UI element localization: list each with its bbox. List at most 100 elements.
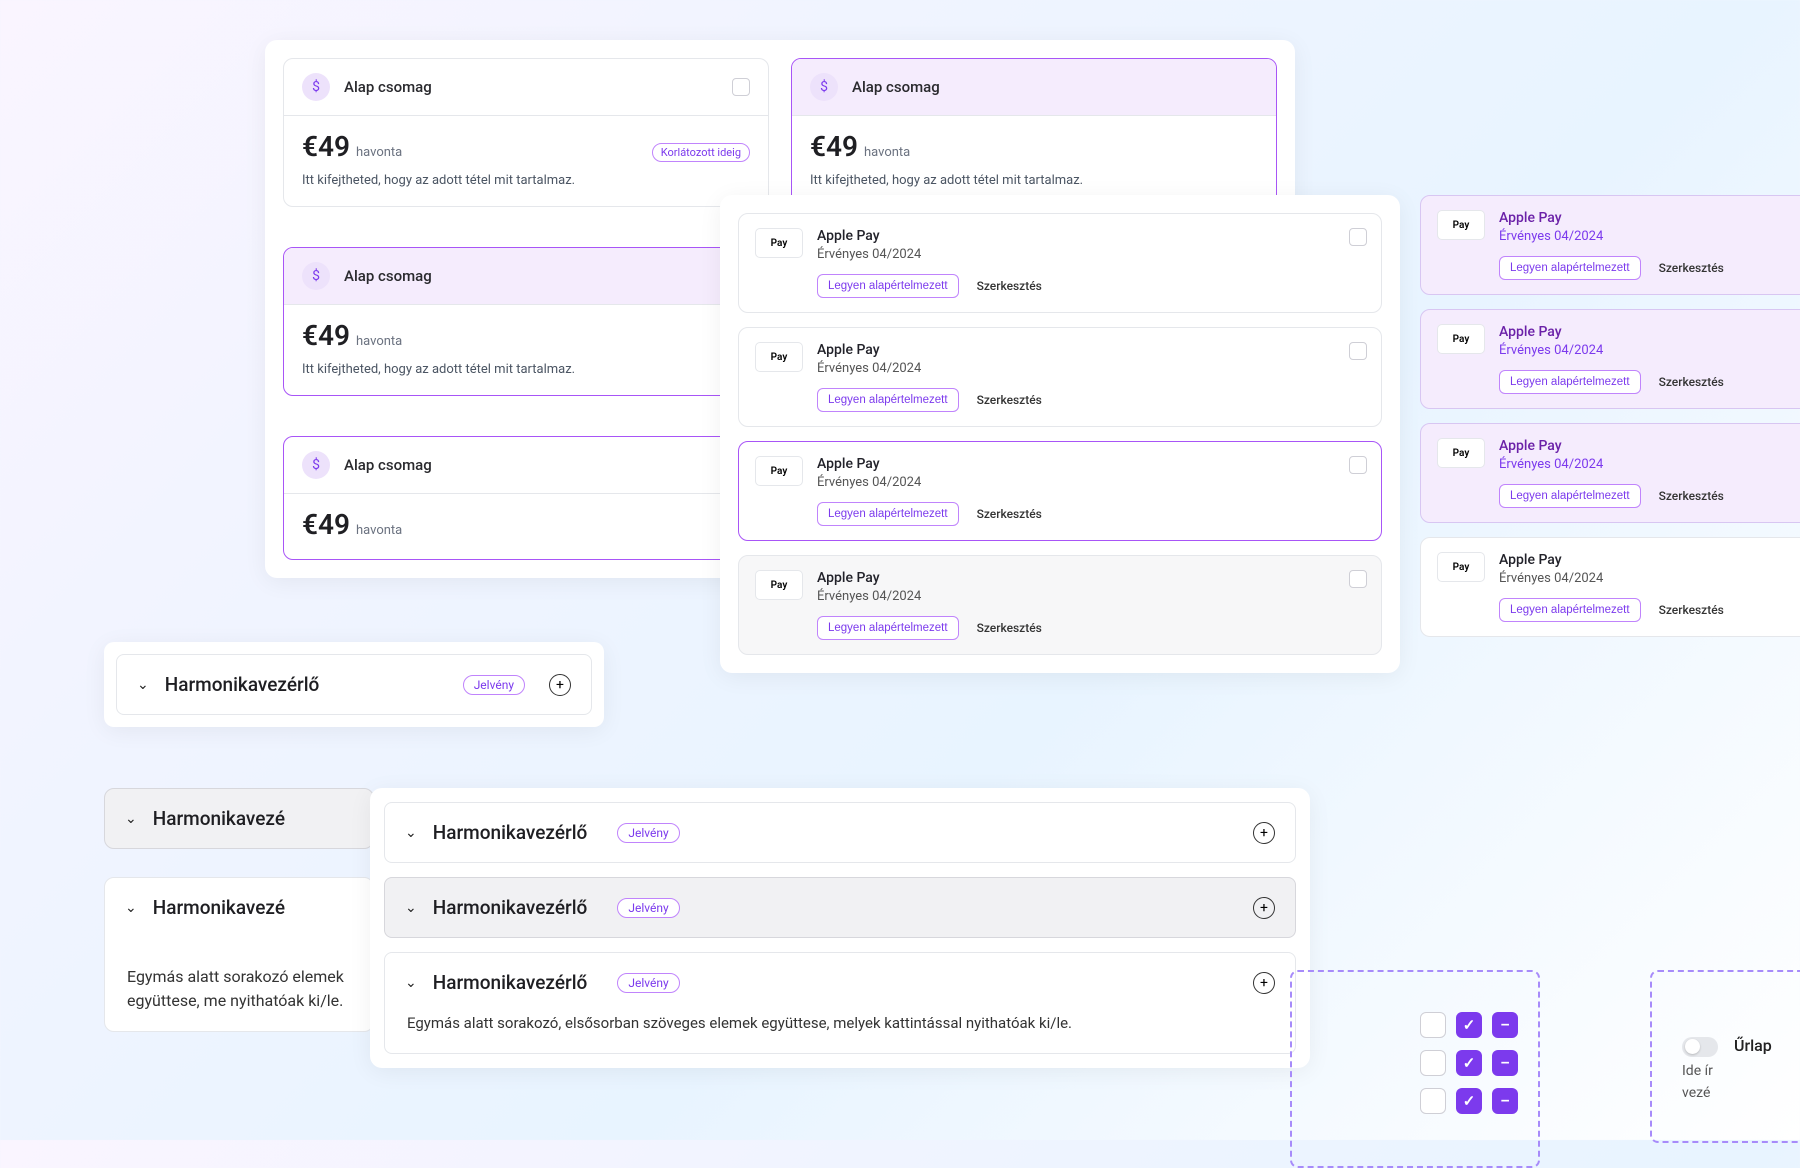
apple-pay-icon: Pay: [1437, 324, 1485, 354]
chevron-down-icon: ⌄: [137, 677, 149, 693]
accordion-item[interactable]: ⌄ Harmonikavezérlő Jelvény +: [384, 802, 1296, 863]
chevron-down-icon: ⌄: [405, 825, 417, 841]
toggle-sub: Ide ír: [1682, 1063, 1800, 1079]
set-default-button[interactable]: Legyen alapértelmezett: [817, 274, 959, 298]
toggle-switch[interactable]: [1682, 1037, 1718, 1057]
set-default-button[interactable]: Legyen alapértelmezett: [817, 388, 959, 412]
price-period: havonta: [356, 145, 402, 160]
accordion-small: ⌄ Harmonikavezérlő Jelvény +: [104, 642, 604, 727]
payment-checkbox[interactable]: [1349, 570, 1367, 588]
accordion-item-expanded[interactable]: ⌄ Harmonikavezérlő Jelvény +: [385, 953, 1295, 1012]
accordion-title: Harmonikavezérlő: [433, 896, 588, 919]
edit-link[interactable]: Szerkesztés: [977, 393, 1042, 407]
price-period: havonta: [356, 334, 402, 349]
chevron-down-icon: ⌄: [125, 900, 137, 916]
accordion-item[interactable]: ⌄ Harmonikavezérlő Jelvény +: [116, 654, 592, 715]
set-default-button[interactable]: Legyen alapértelmezett: [1499, 370, 1641, 394]
checkbox-empty[interactable]: [1420, 1050, 1446, 1076]
accordion-description: Egymás alatt sorakozó, elsősorban szöveg…: [385, 1012, 1295, 1053]
price-card-basic-outlined[interactable]: $ Alap csomag €49 havonta: [283, 436, 770, 560]
payment-name: Apple Pay: [817, 570, 1365, 586]
checkbox-indeterminate[interactable]: –: [1492, 1088, 1518, 1114]
price-title: Alap csomag: [344, 267, 432, 285]
checkbox-indeterminate[interactable]: –: [1492, 1050, 1518, 1076]
payment-card[interactable]: Pay Apple Pay Érvényes 04/2024 Legyen al…: [738, 213, 1382, 313]
price-title: Alap csomag: [852, 78, 940, 96]
payment-card-grey[interactable]: Pay Apple Pay Érvényes 04/2024 Legyen al…: [738, 555, 1382, 655]
apple-pay-icon: Pay: [755, 456, 803, 486]
edit-link[interactable]: Szerkesztés: [977, 621, 1042, 635]
price-amount: €49: [302, 319, 350, 352]
accordion-title: Harmonikavezé: [153, 807, 285, 830]
edit-link[interactable]: Szerkesztés: [977, 279, 1042, 293]
payment-name: Apple Pay: [1499, 552, 1800, 568]
payment-checkbox[interactable]: [1349, 228, 1367, 246]
price-title: Alap csomag: [344, 456, 432, 474]
price-checkbox[interactable]: [732, 78, 750, 96]
accordion-title: Harmonikavezérlő: [433, 971, 588, 994]
checkbox-checked[interactable]: ✓: [1456, 1050, 1482, 1076]
checkbox-empty[interactable]: [1420, 1088, 1446, 1114]
payment-checkbox[interactable]: [1349, 456, 1367, 474]
price-card-basic-selected[interactable]: $ Alap csomag €49 havonta Itt kifejthete…: [791, 58, 1277, 207]
checkbox-empty[interactable]: [1420, 1012, 1446, 1038]
payment-expiry: Érvényes 04/2024: [817, 589, 1365, 604]
set-default-button[interactable]: Legyen alapértelmezett: [817, 502, 959, 526]
price-card-basic[interactable]: $ Alap csomag €49 havonta Korlátozott id…: [283, 58, 769, 207]
set-default-button[interactable]: Legyen alapértelmezett: [1499, 598, 1641, 622]
price-amount: €49: [302, 130, 350, 163]
price-period: havonta: [356, 523, 402, 538]
payment-checkbox[interactable]: [1349, 342, 1367, 360]
edit-link[interactable]: Szerkesztés: [1659, 489, 1724, 503]
accordion-badge: Jelvény: [463, 675, 525, 695]
price-badge: Korlátozott ideig: [652, 143, 750, 162]
price-desc: Itt kifejtheted, hogy az adott tétel mit…: [302, 362, 751, 377]
payment-card-tinted[interactable]: Pay Apple Pay Érvényes 04/2024 Legyen al…: [1420, 309, 1800, 409]
payment-expiry: Érvényes 04/2024: [1499, 571, 1800, 586]
toggle-sub: vezé: [1682, 1085, 1800, 1101]
payment-name: Apple Pay: [817, 456, 1365, 472]
apple-pay-icon: Pay: [755, 570, 803, 600]
checkbox-cluster: ✓ – ✓ – ✓ –: [1290, 970, 1540, 1168]
dollar-icon: $: [810, 73, 838, 101]
dollar-icon: $: [302, 73, 330, 101]
payment-expiry: Érvényes 04/2024: [1499, 229, 1800, 244]
price-desc: Itt kifejtheted, hogy az adott tétel mit…: [302, 173, 750, 188]
checkbox-checked[interactable]: ✓: [1456, 1088, 1482, 1114]
checkbox-checked[interactable]: ✓: [1456, 1012, 1482, 1038]
edit-link[interactable]: Szerkesztés: [977, 507, 1042, 521]
payment-expiry: Érvényes 04/2024: [817, 361, 1365, 376]
accordion-title: Harmonikavezé: [153, 896, 285, 919]
price-card-basic-selected-2[interactable]: $ Alap csomag €49 havonta Itt kifejthete…: [283, 247, 770, 396]
apple-pay-icon: Pay: [1437, 210, 1485, 240]
accordion-item[interactable]: ⌄ Harmonikavezé: [105, 878, 373, 937]
chevron-down-icon: ⌄: [405, 975, 417, 991]
price-title: Alap csomag: [344, 78, 432, 96]
chevron-down-icon: ⌄: [125, 811, 137, 827]
payment-card-tinted[interactable]: Pay Apple Pay Érvényes 04/2024 Legyen al…: [1420, 423, 1800, 523]
set-default-button[interactable]: Legyen alapértelmezett: [1499, 256, 1641, 280]
payment-name: Apple Pay: [817, 342, 1365, 358]
payment-card-tinted[interactable]: Pay Apple Pay Érvényes 04/2024 Legyen al…: [1420, 195, 1800, 295]
accordion-item-grey[interactable]: ⌄ Harmonikavezérlő Jelvény +: [384, 877, 1296, 938]
payment-name: Apple Pay: [817, 228, 1365, 244]
accordion-title: Harmonikavezérlő: [165, 673, 320, 696]
plus-icon[interactable]: +: [1253, 972, 1275, 994]
payment-card[interactable]: Pay Apple Pay Érvényes 04/2024 Legyen al…: [738, 327, 1382, 427]
payment-card-outlined[interactable]: Pay Apple Pay Érvényes 04/2024 Legyen al…: [738, 441, 1382, 541]
plus-icon[interactable]: +: [1253, 822, 1275, 844]
checkbox-indeterminate[interactable]: –: [1492, 1012, 1518, 1038]
accordion-column: ⌄ Harmonikavezé ⌄ Harmonikavezé Egymás a…: [104, 788, 374, 1032]
payment-expiry: Érvényes 04/2024: [817, 247, 1365, 262]
set-default-button[interactable]: Legyen alapértelmezett: [1499, 484, 1641, 508]
accordion-item-grey[interactable]: ⌄ Harmonikavezé: [104, 788, 374, 849]
set-default-button[interactable]: Legyen alapértelmezett: [817, 616, 959, 640]
payment-card[interactable]: Pay Apple Pay Érvényes 04/2024 Legyen al…: [1420, 537, 1800, 637]
plus-icon[interactable]: +: [1253, 897, 1275, 919]
accordion-description: Egymás alatt sorakozó elemek együttese, …: [105, 965, 373, 1031]
edit-link[interactable]: Szerkesztés: [1659, 375, 1724, 389]
plus-icon[interactable]: +: [549, 674, 571, 696]
apple-pay-icon: Pay: [1437, 438, 1485, 468]
edit-link[interactable]: Szerkesztés: [1659, 603, 1724, 617]
edit-link[interactable]: Szerkesztés: [1659, 261, 1724, 275]
